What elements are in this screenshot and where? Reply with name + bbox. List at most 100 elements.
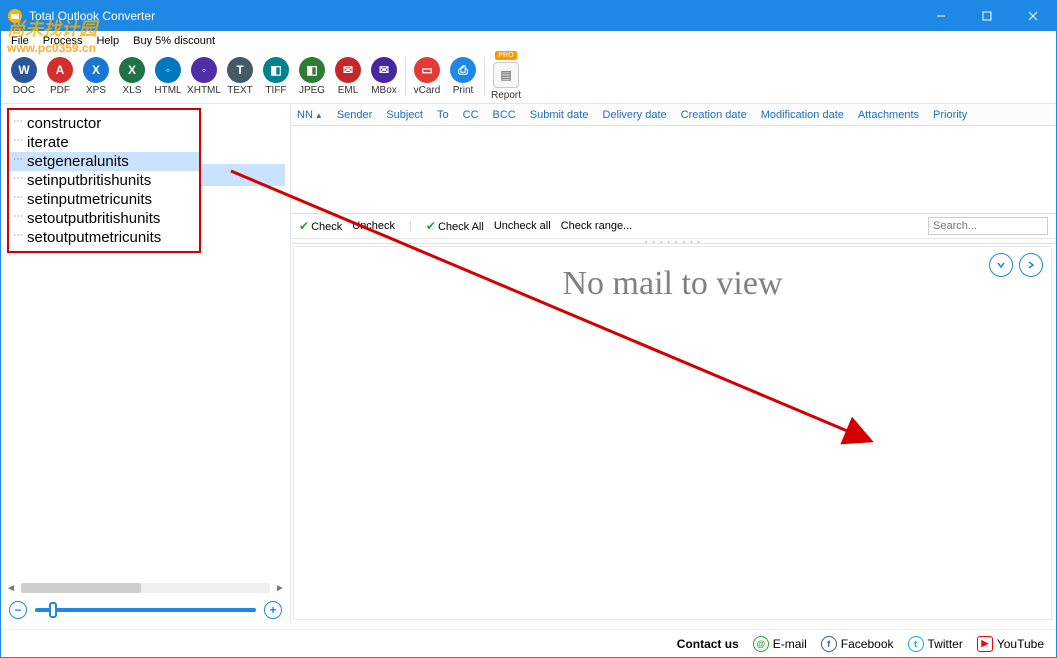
tree-node[interactable]: setoutputmetricunits: [9, 228, 199, 247]
social-facebook[interactable]: fFacebook: [821, 636, 894, 652]
column-cc[interactable]: CC: [463, 109, 479, 121]
toolbar-report[interactable]: PRO ▤ Report: [491, 57, 521, 101]
folder-tree[interactable]: constructoriteratesetgeneralunitssetinpu…: [7, 108, 201, 253]
menubar: File Process Help Buy 5% discount: [1, 31, 1056, 51]
column-submit-date[interactable]: Submit date: [530, 109, 589, 121]
zoom-out-button[interactable]: −: [9, 601, 27, 619]
uncheck-all-button[interactable]: Uncheck all: [494, 220, 551, 232]
toolbar-vcard[interactable]: ▭vCard: [412, 57, 442, 96]
check-icon: ✔: [299, 219, 309, 233]
column-attachments[interactable]: Attachments: [858, 109, 919, 121]
titlebar: Total Outlook Converter: [1, 1, 1056, 31]
facebook-icon: f: [821, 636, 837, 652]
toolbar-xls[interactable]: X XLS: [117, 57, 147, 96]
toolbar-pdf[interactable]: A PDF: [45, 57, 75, 96]
toolbar-xps[interactable]: XXPS: [81, 57, 111, 96]
toolbar-label: Report: [491, 90, 521, 101]
toolbar-jpeg[interactable]: ◧JPEG: [297, 57, 327, 96]
menu-process[interactable]: Process: [37, 33, 89, 49]
twitter-icon: t: [908, 636, 924, 652]
eml-icon: ✉: [335, 57, 361, 83]
toolbar-label: TIFF: [265, 85, 286, 96]
pdf-icon: A: [47, 57, 73, 83]
tree-node[interactable]: iterate: [9, 133, 199, 152]
html-icon: ◦: [155, 57, 181, 83]
check-all-icon: ✔: [426, 219, 436, 233]
vcard-icon: ▭: [414, 57, 440, 83]
separator: |: [409, 220, 412, 232]
tree-node[interactable]: setoutputbritishunits: [9, 209, 199, 228]
sort-arrow-icon: ▲: [315, 111, 323, 120]
preview-next-button[interactable]: [1019, 253, 1043, 277]
jpeg-icon: ◧: [299, 57, 325, 83]
column-sender[interactable]: Sender: [337, 109, 372, 121]
zoom-row: − +: [1, 596, 290, 624]
toolbar-mbox[interactable]: ✉MBox: [369, 57, 399, 96]
splitter[interactable]: ● ● ● ● ● ● ● ●: [291, 238, 1056, 244]
toolbar-label: EML: [338, 85, 359, 96]
column-modification-date[interactable]: Modification date: [761, 109, 844, 121]
preview-pane: No mail to view: [293, 246, 1052, 620]
email-icon: @: [753, 636, 769, 652]
column-bcc[interactable]: BCC: [493, 109, 516, 121]
main: constructoriteratesetgeneralunitssetinpu…: [1, 104, 1056, 624]
column-nn[interactable]: NN▲: [297, 109, 323, 121]
toolbar-print[interactable]: ⎙Print: [448, 57, 478, 96]
sidebar-hscrollbar[interactable]: ◄ ►: [1, 580, 290, 596]
tree-node[interactable]: constructor: [9, 114, 199, 133]
preview-down-button[interactable]: [989, 253, 1013, 277]
scroll-left-icon[interactable]: ◄: [5, 582, 17, 594]
menu-file[interactable]: File: [5, 33, 35, 49]
tree-node[interactable]: setgeneralunits: [9, 152, 199, 171]
app-title: Total Outlook Converter: [29, 9, 155, 23]
pro-badge: PRO: [495, 51, 516, 60]
toolbar-label: XLS: [123, 85, 142, 96]
toolbar-label: Print: [453, 85, 474, 96]
report-icon: ▤: [493, 62, 519, 88]
toolbar-tiff[interactable]: ◧TIFF: [261, 57, 291, 96]
tree-node[interactable]: setinputbritishunits: [9, 171, 199, 190]
youtube-icon: ▶: [977, 636, 993, 652]
check-all-button[interactable]: ✔Check All: [426, 219, 484, 233]
check-range-button[interactable]: Check range...: [561, 220, 633, 232]
close-button[interactable]: [1010, 1, 1056, 31]
sidebar: constructoriteratesetgeneralunitssetinpu…: [1, 104, 291, 624]
uncheck-button[interactable]: Uncheck: [352, 220, 395, 232]
scroll-track[interactable]: [21, 583, 270, 593]
menu-discount[interactable]: Buy 5% discount: [127, 33, 221, 49]
footer: Contact us @E-mail fFacebook tTwitter ▶Y…: [1, 629, 1056, 657]
menu-help[interactable]: Help: [90, 33, 125, 49]
app-icon: [7, 8, 23, 24]
scroll-thumb[interactable]: [21, 583, 141, 593]
maximize-button[interactable]: [964, 1, 1010, 31]
toolbar-xhtml[interactable]: ◦XHTML: [189, 57, 219, 96]
tree-node[interactable]: setinputmetricunits: [9, 190, 199, 209]
column-creation-date[interactable]: Creation date: [681, 109, 747, 121]
tree-selection-ext: [201, 164, 285, 186]
content: NN▲ Sender Subject To CC BCC Submit date Delive…: [291, 104, 1056, 624]
column-delivery-date[interactable]: Delivery date: [602, 109, 666, 121]
toolbar-text[interactable]: TTEXT: [225, 57, 255, 96]
zoom-thumb[interactable]: [49, 602, 57, 618]
check-button[interactable]: ✔Check: [299, 219, 342, 233]
zoom-slider[interactable]: [35, 608, 256, 612]
column-to[interactable]: To: [437, 109, 449, 121]
xls-icon: X: [119, 57, 145, 83]
social-youtube[interactable]: ▶YouTube: [977, 636, 1044, 652]
minimize-button[interactable]: [918, 1, 964, 31]
mail-list[interactable]: [291, 126, 1056, 214]
toolbar-html[interactable]: ◦HTML: [153, 57, 183, 96]
scroll-right-icon[interactable]: ►: [274, 582, 286, 594]
column-subject[interactable]: Subject: [386, 109, 423, 121]
social-twitter[interactable]: tTwitter: [908, 636, 963, 652]
toolbar-label: PDF: [50, 85, 70, 96]
toolbar-doc[interactable]: WDOC: [9, 57, 39, 96]
mail-columns-header[interactable]: NN▲ Sender Subject To CC BCC Submit date Delive…: [291, 104, 1056, 126]
toolbar-eml[interactable]: ✉ EML: [333, 57, 363, 96]
mbox-icon: ✉: [371, 57, 397, 83]
zoom-in-button[interactable]: +: [264, 601, 282, 619]
toolbar-label: XPS: [86, 85, 106, 96]
social-email[interactable]: @E-mail: [753, 636, 807, 652]
search-input[interactable]: [928, 217, 1048, 235]
column-priority[interactable]: Priority: [933, 109, 967, 121]
